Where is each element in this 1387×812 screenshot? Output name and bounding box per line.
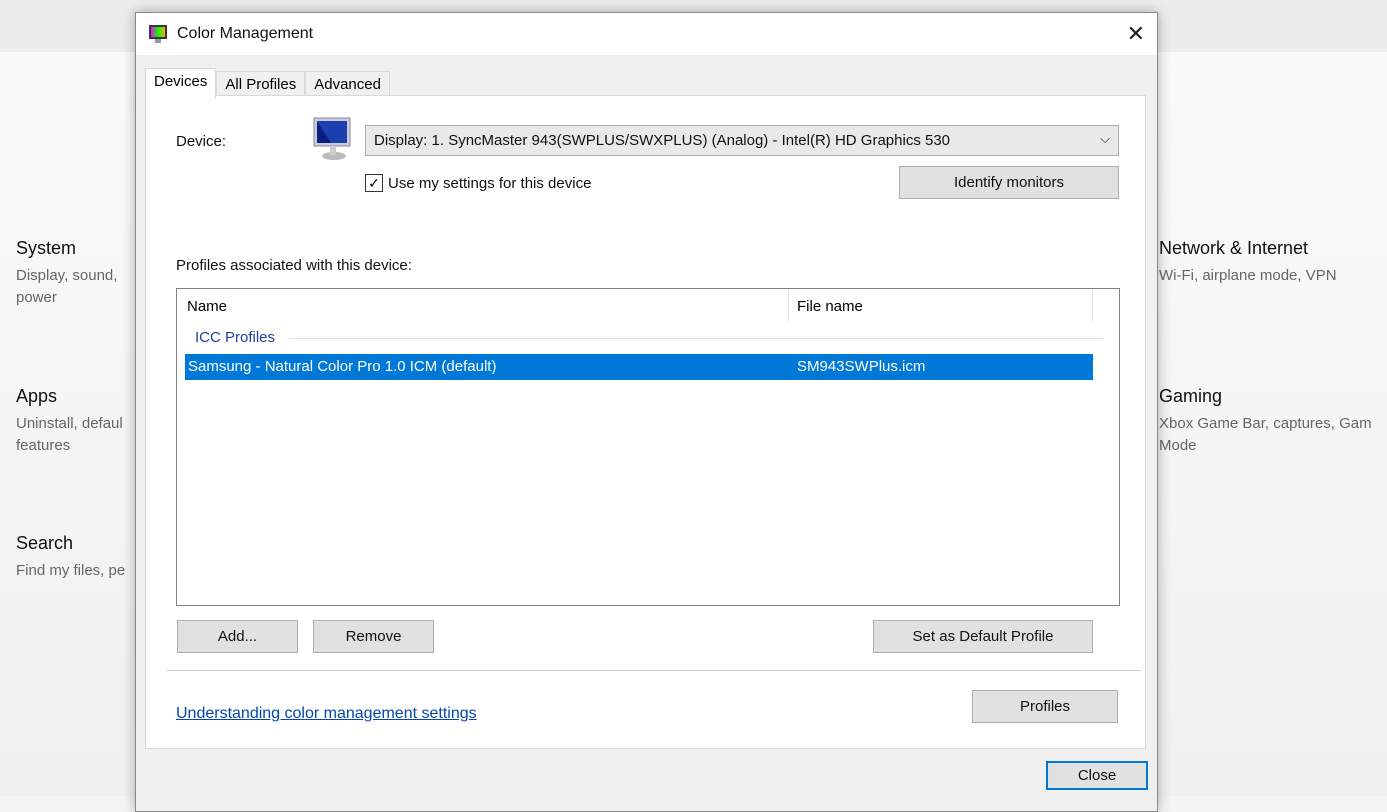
close-button[interactable]: Close [1046, 761, 1148, 790]
column-name[interactable]: Name [177, 289, 789, 321]
category-network[interactable]: Network & Internet Wi-Fi, airplane mode, … [1159, 238, 1387, 287]
identify-monitors-button[interactable]: Identify monitors [899, 166, 1119, 199]
set-default-profile-button[interactable]: Set as Default Profile [873, 620, 1093, 653]
checkbox-check-icon[interactable]: ✓ [365, 174, 383, 192]
color-management-dialog: Color Management ✕ Devices All Profiles … [135, 12, 1158, 812]
close-icon[interactable]: ✕ [1127, 21, 1145, 47]
device-label: Device: [176, 133, 227, 150]
color-management-icon [149, 25, 167, 43]
add-button[interactable]: Add... [177, 620, 298, 653]
monitor-icon [313, 117, 351, 160]
group-icc-profiles: ICC Profiles [195, 329, 276, 346]
tab-devices[interactable]: Devices [145, 68, 217, 99]
group-divider [289, 338, 1103, 339]
divider [166, 670, 1141, 671]
use-settings-checkbox[interactable]: ✓ Use my settings for this device [365, 174, 591, 192]
remove-button[interactable]: Remove [313, 620, 434, 653]
category-apps[interactable]: Apps Uninstall, defaul features [16, 386, 123, 457]
device-select[interactable]: Display: 1. SyncMaster 943(SWPLUS/SWXPLU… [365, 125, 1119, 156]
category-search[interactable]: Search Find my files, pe [16, 533, 125, 582]
understanding-link[interactable]: Understanding color management settings [176, 705, 477, 723]
column-file-name[interactable]: File name [787, 289, 1093, 321]
category-system[interactable]: System Display, sound, power [16, 238, 117, 309]
dialog-title: Color Management [177, 25, 314, 42]
chevron-down-icon: ⌵ [1100, 131, 1110, 146]
category-gaming[interactable]: Gaming Xbox Game Bar, captures, Gam Mode [1159, 386, 1387, 457]
profiles-list[interactable]: Name File name ICC Profiles Samsung - Na… [176, 288, 1120, 606]
devices-panel: Device: Display: 1. SyncMaster 943(SWPLU… [145, 95, 1146, 749]
profiles-button[interactable]: Profiles [972, 690, 1118, 723]
profiles-label: Profiles associated with this device: [176, 257, 412, 274]
list-item[interactable]: Samsung - Natural Color Pro 1.0 ICM (def… [185, 354, 1093, 380]
title-bar: Color Management [136, 13, 1157, 55]
tab-all-profiles[interactable]: All Profiles [216, 71, 306, 98]
tab-advanced[interactable]: Advanced [305, 71, 390, 98]
